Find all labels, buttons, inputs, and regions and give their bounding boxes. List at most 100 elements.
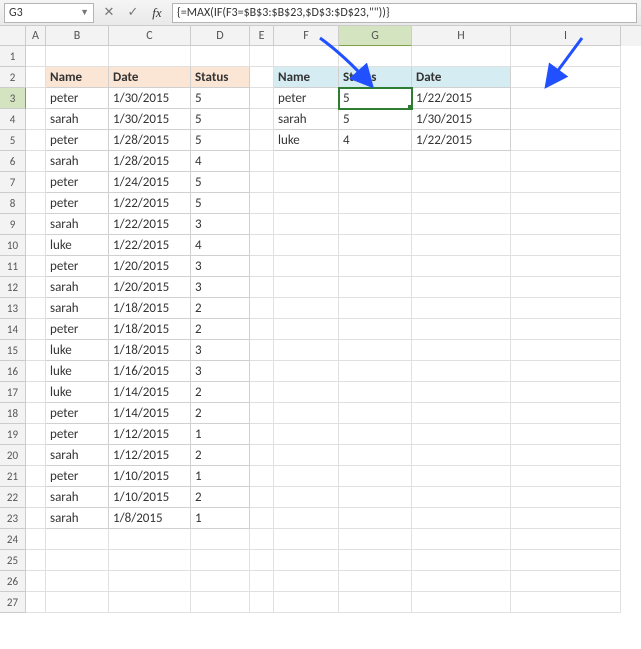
cell[interactable] — [339, 256, 412, 277]
cell[interactable]: 1/28/2015 — [109, 130, 191, 151]
cell[interactable] — [250, 445, 274, 466]
row-header-21[interactable]: 21 — [0, 466, 26, 487]
row-header-3[interactable]: 3 — [0, 88, 26, 109]
cell[interactable] — [511, 361, 621, 382]
cell[interactable] — [412, 403, 511, 424]
row-header-23[interactable]: 23 — [0, 508, 26, 529]
cell[interactable] — [191, 571, 250, 592]
cell[interactable] — [250, 382, 274, 403]
cell[interactable]: 1 — [191, 424, 250, 445]
cell[interactable]: 1/24/2015 — [109, 172, 191, 193]
cell[interactable] — [511, 466, 621, 487]
cell[interactable] — [191, 46, 250, 67]
cell[interactable]: Date — [412, 67, 511, 88]
cell[interactable] — [339, 550, 412, 571]
cell[interactable] — [511, 340, 621, 361]
cell[interactable] — [46, 550, 109, 571]
row-header-9[interactable]: 9 — [0, 214, 26, 235]
cell[interactable] — [26, 340, 46, 361]
cell[interactable] — [109, 46, 191, 67]
cell[interactable]: 1/22/2015 — [109, 214, 191, 235]
col-header-C[interactable]: C — [109, 26, 191, 46]
cell[interactable] — [274, 571, 339, 592]
cell[interactable]: 4 — [339, 130, 412, 151]
cell[interactable] — [26, 403, 46, 424]
cell[interactable] — [511, 571, 621, 592]
cell[interactable]: 1/14/2015 — [109, 403, 191, 424]
row-header-8[interactable]: 8 — [0, 193, 26, 214]
cell[interactable]: 5 — [191, 172, 250, 193]
cell[interactable] — [511, 88, 621, 109]
cell[interactable]: 1/18/2015 — [109, 319, 191, 340]
cell[interactable] — [46, 571, 109, 592]
cell[interactable]: 2 — [191, 445, 250, 466]
cell[interactable] — [26, 46, 46, 67]
cell[interactable] — [274, 361, 339, 382]
cell[interactable]: sarah — [46, 151, 109, 172]
cell[interactable]: peter — [46, 172, 109, 193]
cell[interactable]: 5 — [191, 109, 250, 130]
cell[interactable] — [250, 46, 274, 67]
row-header-2[interactable]: 2 — [0, 67, 26, 88]
cell[interactable] — [250, 214, 274, 235]
cell[interactable] — [511, 298, 621, 319]
cell[interactable] — [511, 46, 621, 67]
cell[interactable]: peter — [46, 403, 109, 424]
cell[interactable] — [339, 382, 412, 403]
cell[interactable] — [511, 235, 621, 256]
cell[interactable]: 5 — [191, 193, 250, 214]
cell[interactable]: 1/22/2015 — [412, 130, 511, 151]
formula-bar[interactable]: {=MAX(IF(F3=$B$3:$B$23,$D$3:$D$23,""))} — [172, 3, 637, 23]
row-header-18[interactable]: 18 — [0, 403, 26, 424]
cell[interactable] — [274, 529, 339, 550]
cell[interactable] — [191, 550, 250, 571]
cell[interactable]: Status — [191, 67, 250, 88]
cell[interactable] — [274, 487, 339, 508]
cell[interactable] — [339, 277, 412, 298]
cell[interactable]: 1/12/2015 — [109, 445, 191, 466]
cell[interactable]: 3 — [191, 361, 250, 382]
cell[interactable] — [250, 256, 274, 277]
cell[interactable]: sarah — [46, 508, 109, 529]
cell[interactable]: Name — [274, 67, 339, 88]
cell[interactable] — [511, 424, 621, 445]
cell[interactable] — [26, 235, 46, 256]
cell[interactable] — [26, 571, 46, 592]
cell[interactable] — [339, 193, 412, 214]
cell[interactable] — [412, 46, 511, 67]
cell[interactable]: 5 — [191, 88, 250, 109]
cell[interactable]: 2 — [191, 487, 250, 508]
cell[interactable] — [26, 382, 46, 403]
cell[interactable] — [511, 403, 621, 424]
cell[interactable] — [412, 277, 511, 298]
cell[interactable]: 1/22/2015 — [109, 235, 191, 256]
cell[interactable]: sarah — [46, 487, 109, 508]
cell[interactable]: 1/8/2015 — [109, 508, 191, 529]
col-header-E[interactable]: E — [250, 26, 274, 46]
row-header-7[interactable]: 7 — [0, 172, 26, 193]
cell[interactable]: 1/18/2015 — [109, 298, 191, 319]
cell[interactable] — [412, 151, 511, 172]
cell[interactable]: 1 — [191, 508, 250, 529]
cell[interactable]: 2 — [191, 298, 250, 319]
cell[interactable] — [250, 130, 274, 151]
row-header-24[interactable]: 24 — [0, 529, 26, 550]
cell[interactable] — [250, 487, 274, 508]
row-header-15[interactable]: 15 — [0, 340, 26, 361]
cell[interactable] — [26, 172, 46, 193]
cell[interactable]: 5 — [191, 130, 250, 151]
cell[interactable]: 4 — [191, 235, 250, 256]
cell[interactable] — [511, 67, 621, 88]
cell[interactable]: 5 — [339, 88, 412, 109]
cell[interactable] — [412, 508, 511, 529]
cells-area[interactable]: NameDateStatusNameStatusDatepeter1/30/20… — [26, 46, 641, 649]
cell[interactable] — [250, 361, 274, 382]
cell[interactable]: 1/12/2015 — [109, 424, 191, 445]
cell[interactable] — [26, 109, 46, 130]
cell[interactable] — [191, 592, 250, 613]
cell[interactable] — [26, 193, 46, 214]
cell[interactable] — [274, 466, 339, 487]
cell[interactable]: peter — [46, 256, 109, 277]
cell[interactable] — [339, 151, 412, 172]
cell[interactable]: sarah — [46, 445, 109, 466]
